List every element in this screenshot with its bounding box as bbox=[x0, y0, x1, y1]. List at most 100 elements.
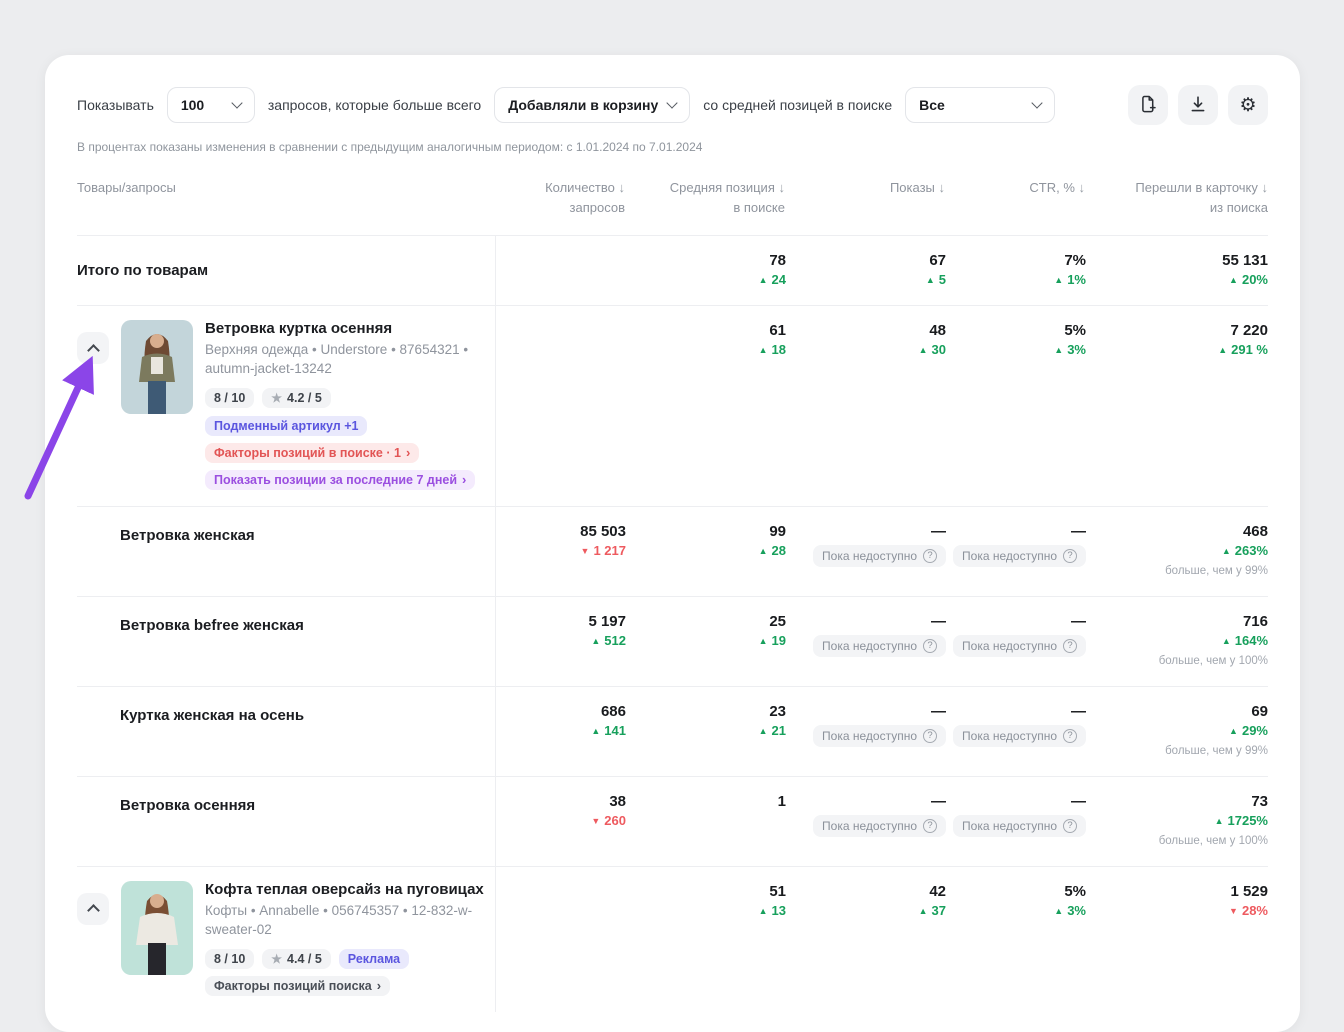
collapse-button[interactable] bbox=[77, 892, 109, 925]
question-icon[interactable]: ? bbox=[923, 548, 937, 563]
metric-avg-position: 51 13 bbox=[626, 883, 786, 994]
trend-up-icon bbox=[1222, 636, 1231, 646]
star-icon: ★ bbox=[271, 951, 283, 966]
column-header-avg-position[interactable]: Средняя позиция ↓ в поиске bbox=[625, 178, 785, 217]
trend-up-icon bbox=[1215, 816, 1224, 826]
question-icon[interactable]: ? bbox=[923, 638, 937, 653]
query-row: Ветровка женская 85 503 1 217 99 28 — По… bbox=[77, 505, 1268, 596]
product-title: Ветровка куртка осенняя bbox=[205, 320, 393, 337]
unavailable-badge: Пока недоступно? bbox=[953, 724, 1086, 747]
query-label: Ветровка осенняя bbox=[120, 796, 256, 814]
metric-avg-position: 23 21 bbox=[626, 703, 786, 758]
unavailable-badge: Пока недоступно? bbox=[813, 814, 946, 837]
query-label: Ветровка женская bbox=[120, 526, 255, 544]
trend-up-icon bbox=[759, 546, 768, 556]
search-factors-badge[interactable]: Факторы позиций поиска › bbox=[205, 975, 391, 996]
trend-up-icon bbox=[759, 345, 768, 355]
percentile-note: больше, чем у 99% bbox=[1165, 744, 1268, 757]
download-icon bbox=[1188, 94, 1208, 117]
position-select[interactable]: Все bbox=[905, 87, 1056, 123]
metric-impressions: 42 37 bbox=[786, 883, 946, 994]
query-label: Куртка женская на осень bbox=[120, 706, 305, 724]
metric-transitions: 716 164% больше, чем у 100% bbox=[1086, 613, 1268, 668]
settings-button[interactable]: ⚙ bbox=[1228, 85, 1268, 125]
product-title: Кофта теплая оверсайз на пуговицах bbox=[205, 880, 484, 898]
question-icon[interactable]: ? bbox=[1063, 728, 1077, 743]
metric-avg-position: 99 28 bbox=[626, 523, 786, 578]
metric-avg-position: 25 19 bbox=[626, 613, 786, 668]
question-icon[interactable]: ? bbox=[1063, 818, 1077, 833]
analytics-card: Показывать 100 запросов, которые больше … bbox=[45, 55, 1300, 1032]
metric-impressions: 48 30 bbox=[786, 322, 946, 488]
toolbar: Показывать 100 запросов, которые больше … bbox=[77, 85, 1268, 125]
metric-impressions: — Пока недоступно? bbox=[786, 523, 946, 578]
trend-up-icon bbox=[1218, 345, 1227, 355]
score-badge: 8 / 10 bbox=[205, 387, 255, 408]
create-report-button[interactable] bbox=[1128, 85, 1168, 125]
comparison-note: В процентах показаны изменения в сравнен… bbox=[77, 140, 703, 154]
collapse-button[interactable] bbox=[77, 332, 109, 364]
column-header-quantity[interactable]: Количество ↓ запросов bbox=[495, 178, 625, 217]
column-header-ctr[interactable]: CTR, % ↓ bbox=[945, 178, 1085, 217]
trend-down-icon bbox=[581, 546, 590, 556]
product-photo bbox=[121, 880, 193, 975]
metric-ctr: 5% 3% bbox=[946, 883, 1086, 994]
star-icon: ★ bbox=[271, 390, 283, 405]
download-button[interactable] bbox=[1178, 85, 1218, 125]
ad-badge: Реклама bbox=[338, 948, 410, 969]
question-icon[interactable]: ? bbox=[1063, 638, 1077, 653]
metric-ctr: — Пока недоступно? bbox=[946, 523, 1086, 578]
trend-up-icon bbox=[591, 636, 600, 646]
toolbar-icons: ⚙ bbox=[1128, 85, 1268, 125]
query-row: Ветровка befree женская 5 197 512 25 19 … bbox=[77, 595, 1268, 686]
chevron-up-icon bbox=[86, 343, 100, 357]
chevron-right-icon: › bbox=[405, 445, 411, 461]
trend-up-icon bbox=[926, 275, 935, 285]
trend-up-icon bbox=[591, 726, 600, 736]
metric-ctr: — Пока недоступно? bbox=[946, 703, 1086, 758]
trend-up-icon bbox=[1229, 275, 1238, 285]
product-photo bbox=[121, 320, 193, 414]
column-header-products[interactable]: Товары/запросы bbox=[77, 154, 495, 235]
trend-up-icon bbox=[759, 275, 768, 285]
query-row: Куртка женская на осень 686 141 23 21 — … bbox=[77, 685, 1268, 776]
trend-up-icon bbox=[759, 906, 768, 916]
product-row: Кофта теплая оверсайз на пуговицах Кофты… bbox=[77, 865, 1268, 1012]
unavailable-badge: Пока недоступно? bbox=[953, 634, 1086, 657]
question-icon[interactable]: ? bbox=[1063, 548, 1077, 563]
trend-up-icon bbox=[919, 906, 928, 916]
metric-impressions: — Пока недоступно? bbox=[786, 793, 946, 848]
metric-quantity: 686 141 bbox=[496, 703, 626, 758]
query-row: Ветровка осенняя 38 260 1 — Пока недосту… bbox=[77, 775, 1268, 866]
metric-avg-position: 78 24 bbox=[626, 252, 786, 287]
column-header-transitions[interactable]: Перешли в карточку ↓ из поиска bbox=[1085, 178, 1268, 217]
unavailable-badge: Пока недоступно? bbox=[813, 544, 946, 567]
metric-impressions: — Пока недоступно? bbox=[786, 613, 946, 668]
trend-up-icon bbox=[759, 726, 768, 736]
question-icon[interactable]: ? bbox=[923, 728, 937, 743]
question-icon[interactable]: ? bbox=[923, 818, 937, 833]
column-header-impressions[interactable]: Показы ↓ bbox=[785, 178, 945, 217]
metric-ctr: 7% 1% bbox=[946, 252, 1086, 287]
substitute-article-badge: Подменный артикул +1 bbox=[205, 415, 368, 436]
file-add-icon bbox=[1138, 94, 1158, 117]
unavailable-badge: Пока недоступно? bbox=[813, 724, 946, 747]
summary-row: Итого по товарам 78 24 67 5 7% 1% 55 131… bbox=[77, 235, 1268, 305]
product-subtitle: Кофты • Annabelle • 056745357 • 12-832-w… bbox=[205, 902, 473, 937]
trend-up-icon bbox=[759, 636, 768, 646]
action-select[interactable]: Добавляли в корзину bbox=[494, 87, 691, 123]
sort-arrow-icon: ↓ bbox=[1261, 180, 1269, 195]
metric-transitions: 468 263% больше, чем у 99% bbox=[1086, 523, 1268, 578]
score-badge: 8 / 10 bbox=[205, 948, 255, 969]
metric-impressions: 67 5 bbox=[786, 252, 946, 287]
unavailable-badge: Пока недоступно? bbox=[953, 814, 1086, 837]
metric-impressions: — Пока недоступно? bbox=[786, 703, 946, 758]
position-label: со средней позицей в поиске bbox=[703, 97, 893, 113]
chevron-down-icon bbox=[231, 97, 243, 109]
percentile-note: больше, чем у 99% bbox=[1165, 564, 1268, 577]
percentile-note: больше, чем у 100% bbox=[1158, 834, 1268, 847]
count-select[interactable]: 100 bbox=[166, 87, 255, 123]
search-position-factors-badge[interactable]: Факторы позиций в поиске · 1 › bbox=[205, 442, 420, 463]
metric-transitions: 1 529 28% bbox=[1086, 883, 1268, 994]
show-positions-badge[interactable]: Показать позиции за последние 7 дней › bbox=[205, 469, 476, 490]
